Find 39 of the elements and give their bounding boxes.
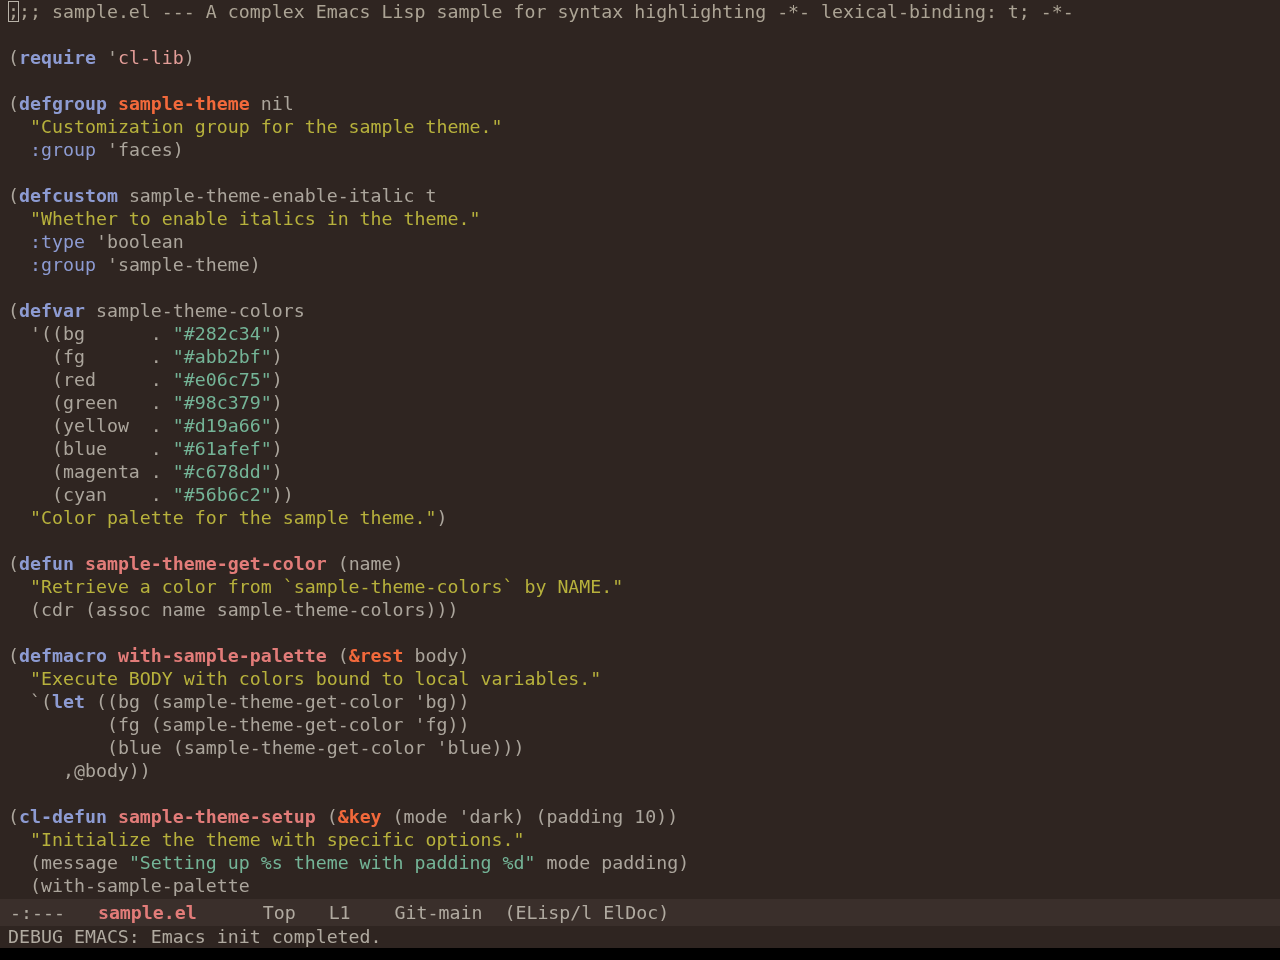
code-line: (defvar sample-theme-colors bbox=[8, 300, 305, 321]
code-line: :group 'sample-theme) bbox=[30, 254, 261, 275]
code-line: "Customization group for the sample theme." bbox=[30, 116, 503, 137]
code-line: (defcustom sample-theme-enable-italic t bbox=[8, 185, 437, 206]
code-line: (red . "#e06c75") bbox=[51, 369, 283, 390]
mode-list: (ELisp/l ElDoc) bbox=[504, 899, 670, 926]
code-line: "Retrieve a color from `sample-theme-colors` by NAME." bbox=[30, 576, 624, 597]
code-line: ;;; sample.el --- A complex Emacs Lisp sample for syntax highlighting -*- lexical-binding: t; -*- bbox=[8, 1, 1074, 22]
line-number: L1 bbox=[328, 901, 351, 925]
branch-name: Git-main bbox=[394, 901, 483, 925]
echo-message: DEBUG EMACS: Emacs init completed. bbox=[8, 926, 382, 947]
code-line: (fg . "#abb2bf") bbox=[51, 346, 283, 367]
code-line: (with-sample-palette bbox=[30, 875, 250, 896]
scroll-position: Top bbox=[262, 901, 296, 925]
code-line: "Execute BODY with colors bound to local variables." bbox=[30, 668, 602, 689]
modified-indicator: -:--- bbox=[10, 901, 65, 925]
code-line: (cdr (assoc name sample-theme-colors))) bbox=[30, 599, 459, 620]
code-line: :type 'boolean bbox=[30, 231, 184, 252]
code-line: (green . "#98c379") bbox=[51, 392, 283, 413]
code-line: ,@body)) bbox=[62, 760, 151, 781]
code-line: (yellow . "#d19a66") bbox=[51, 415, 283, 436]
code-line: (defun sample-theme-get-color (name) bbox=[8, 553, 404, 574]
code-line: :group 'faces) bbox=[30, 139, 184, 160]
code-line: (message "Setting up %s theme with padding %d" mode padding) bbox=[30, 852, 690, 873]
code-line: (cl-defun sample-theme-setup (&key (mode 'dark) (padding 10)) bbox=[8, 806, 679, 827]
buffer-name: sample.el bbox=[97, 901, 197, 925]
code-line: "Whether to enable italics in the theme." bbox=[30, 208, 481, 229]
code-line: (defmacro with-sample-palette (&rest body) bbox=[8, 645, 470, 666]
code-line: "Color palette for the sample theme.") bbox=[30, 507, 448, 528]
code-line: (magenta . "#c678dd") bbox=[51, 461, 283, 482]
code-line: "Initialize the theme with specific options." bbox=[30, 829, 525, 850]
code-line: `(let ((bg (sample-theme-get-color 'bg)) bbox=[30, 691, 470, 712]
code-line: (cyan . "#56b6c2")) bbox=[51, 484, 294, 505]
code-line: (blue (sample-theme-get-color 'blue))) bbox=[106, 737, 525, 758]
code-line: (fg (sample-theme-get-color 'fg)) bbox=[106, 714, 470, 735]
code-line: (require 'cl-lib) bbox=[8, 47, 195, 68]
code-line: (blue . "#61afef") bbox=[51, 438, 283, 459]
code-line: '((bg . "#282c34") bbox=[30, 323, 283, 344]
code-line: (defgroup sample-theme nil bbox=[8, 93, 294, 114]
